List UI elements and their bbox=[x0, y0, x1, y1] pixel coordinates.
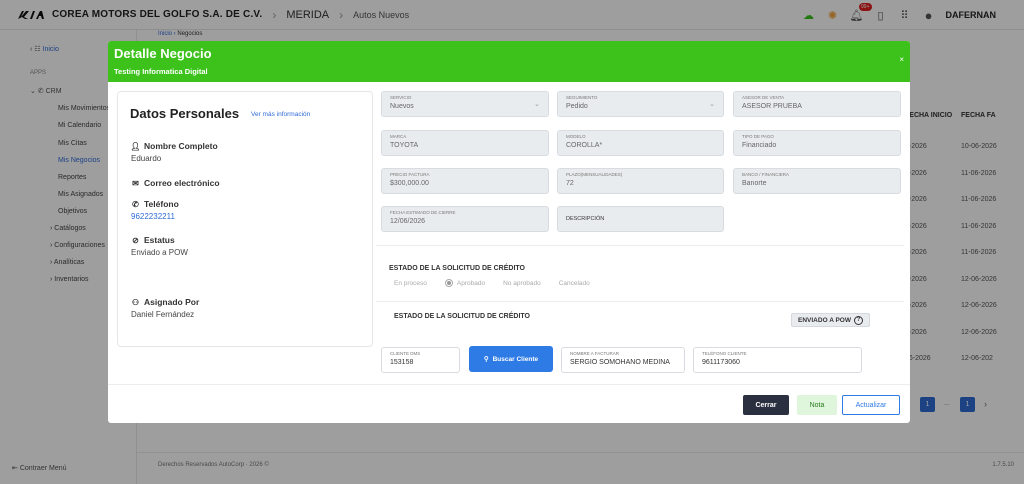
asesor-value: ASESOR PRUEBA bbox=[742, 103, 802, 110]
name-value: Eduardo bbox=[131, 154, 162, 163]
chevron-down-icon: ⌄ bbox=[709, 101, 715, 108]
credit-status-title-2: ESTADO DE LA SOLICITUD DE CRÉDITO bbox=[394, 313, 530, 320]
section-divider bbox=[376, 245, 904, 246]
tipo-pago-value: Financiado bbox=[742, 142, 777, 149]
tipo-pago-label: Tipo de pago bbox=[742, 134, 774, 139]
user-assign-icon: ⚇ bbox=[131, 297, 140, 307]
chevron-down-icon: ⌄ bbox=[534, 101, 540, 108]
descripcion-label: Descripción bbox=[566, 216, 605, 222]
credit-status-title: ESTADO DE LA SOLICITUD DE CRÉDITO bbox=[389, 265, 525, 272]
client-phone-label: Teléfono cliente bbox=[702, 351, 747, 356]
cliente-dms-label: Cliente DMS bbox=[390, 351, 421, 356]
servicio-label: Servicio bbox=[390, 95, 412, 100]
card-title: Datos Personales bbox=[130, 106, 240, 121]
asesor-field[interactable]: Asesor de venta ASESOR PRUEBA bbox=[733, 91, 901, 117]
cliente-dms-value: 153158 bbox=[390, 359, 414, 366]
phone-value[interactable]: 9622232211 bbox=[131, 212, 175, 221]
servicio-value: Nuevos bbox=[390, 103, 414, 110]
precio-field[interactable]: Precio factura $300,000.00 bbox=[381, 168, 549, 194]
marca-field[interactable]: Marca TOYOTA bbox=[381, 130, 549, 156]
radio-selected-icon bbox=[444, 279, 453, 287]
radio-cancelado[interactable]: Cancelado bbox=[559, 280, 590, 287]
seguimiento-label: Seguimiento bbox=[566, 95, 598, 100]
banco-value: Banorte bbox=[742, 180, 767, 187]
client-phone-input[interactable]: Teléfono cliente 9611173060 bbox=[693, 347, 862, 373]
assigned-value: Daniel Fernández bbox=[131, 310, 195, 319]
status-value: Enviado a POW bbox=[131, 248, 188, 257]
modal-subtitle: Testing Informatica Digital bbox=[114, 67, 208, 76]
fecha-cierre-value: 12/06/2026 bbox=[390, 218, 426, 225]
modal-header: Detalle Negocio Testing Informatica Digi… bbox=[108, 41, 910, 82]
radio-aprobado[interactable]: Aprobado bbox=[444, 279, 485, 287]
help-icon[interactable]: ? bbox=[853, 315, 863, 325]
fecha-cierre-field[interactable]: Fecha estimado de cierre 12/06/2026 bbox=[381, 206, 549, 232]
servicio-select[interactable]: Servicio Nuevos ⌄ bbox=[381, 91, 549, 117]
status-badge: ENVIADO A POW ? bbox=[791, 313, 870, 327]
tipo-pago-field[interactable]: Tipo de pago Financiado bbox=[733, 130, 901, 156]
close-icon[interactable]: × bbox=[899, 55, 904, 64]
phone-label: ✆ Teléfono bbox=[132, 199, 179, 209]
cliente-dms-input[interactable]: Cliente DMS 153158 bbox=[381, 347, 460, 373]
modelo-field[interactable]: Modelo COROLLA* bbox=[557, 130, 724, 156]
credit-status-radio-group: En proceso Aprobado No aprobado Cancelad… bbox=[394, 279, 590, 287]
marca-value: TOYOTA bbox=[390, 142, 419, 149]
seguimiento-value: Pedido bbox=[566, 103, 588, 110]
close-button[interactable]: Cerrar bbox=[743, 395, 789, 415]
invoice-name-input[interactable]: Nombre a facturar SERGIO SOMOHANO MEDINA bbox=[561, 347, 685, 373]
note-button[interactable]: Nota bbox=[797, 395, 837, 415]
marca-label: Marca bbox=[390, 134, 407, 139]
radio-en-proceso[interactable]: En proceso bbox=[394, 280, 427, 287]
invoice-name-value: SERGIO SOMOHANO MEDINA bbox=[570, 359, 670, 366]
user-icon: 👤︎ bbox=[130, 141, 141, 151]
name-label: 👤︎ Nombre Completo bbox=[130, 141, 218, 151]
radio-no-aprobado[interactable]: No aprobado bbox=[503, 280, 541, 287]
status-label: ⊘ Estatus bbox=[132, 235, 175, 245]
precio-value: $300,000.00 bbox=[390, 180, 429, 187]
client-phone-value: 9611173060 bbox=[702, 359, 740, 366]
asesor-label: Asesor de venta bbox=[742, 95, 785, 100]
plazo-label: Plazo(mensualidades) bbox=[566, 172, 623, 177]
invoice-name-label: Nombre a facturar bbox=[570, 351, 620, 356]
search-icon: ⚲ bbox=[483, 356, 489, 363]
search-client-button[interactable]: ⚲ Buscar Cliente bbox=[469, 346, 553, 372]
seguimiento-select[interactable]: Seguimiento Pedido ⌄ bbox=[557, 91, 724, 117]
plazo-value: 72 bbox=[566, 180, 574, 187]
section-divider bbox=[376, 301, 904, 302]
assigned-label: ⚇ Asignado Por bbox=[131, 297, 200, 307]
email-label: ✉ Correo electrónico bbox=[132, 178, 220, 188]
descripcion-field[interactable]: Descripción bbox=[557, 206, 724, 232]
banco-label: Banco / Financiera bbox=[742, 172, 790, 177]
plazo-field[interactable]: Plazo(mensualidades) 72 bbox=[557, 168, 724, 194]
check-circle-icon: ⊘ bbox=[132, 235, 139, 245]
modelo-value: COROLLA* bbox=[566, 142, 603, 149]
fecha-cierre-label: Fecha estimado de cierre bbox=[390, 210, 456, 215]
phone-icon: ✆ bbox=[132, 199, 139, 209]
more-info-link[interactable]: Ver más información bbox=[251, 111, 310, 118]
banco-field[interactable]: Banco / Financiera Banorte bbox=[733, 168, 901, 194]
footer-divider bbox=[108, 384, 910, 385]
update-button[interactable]: Actualizar bbox=[842, 395, 900, 415]
modal-title: Detalle Negocio bbox=[114, 46, 212, 61]
precio-label: Precio factura bbox=[390, 172, 430, 177]
envelope-icon: ✉ bbox=[132, 178, 139, 188]
modelo-label: Modelo bbox=[566, 134, 586, 139]
deal-detail-modal: Detalle Negocio Testing Informatica Digi… bbox=[108, 41, 910, 423]
personal-data-card: Datos Personales Ver más información 👤︎ N… bbox=[117, 91, 373, 347]
